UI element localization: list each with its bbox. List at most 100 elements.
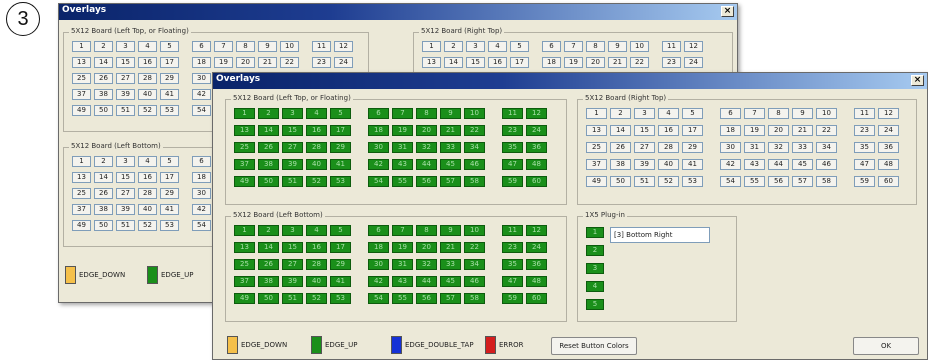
board-button-19[interactable]: 19 — [392, 242, 413, 253]
board-button-1[interactable]: 1 — [422, 41, 441, 52]
plugin-button-3[interactable]: 3 — [586, 263, 604, 274]
board-button-13[interactable]: 13 — [234, 242, 255, 253]
board-button-18[interactable]: 18 — [368, 242, 389, 253]
board-button-29[interactable]: 29 — [682, 142, 703, 153]
board-button-40[interactable]: 40 — [658, 159, 679, 170]
board-button-21[interactable]: 21 — [440, 125, 461, 136]
board-button-37[interactable]: 37 — [234, 276, 255, 287]
board-button-27[interactable]: 27 — [282, 142, 303, 153]
board-button-41[interactable]: 41 — [682, 159, 703, 170]
board-button-14[interactable]: 14 — [610, 125, 631, 136]
board-button-25[interactable]: 25 — [234, 259, 255, 270]
board-button-50[interactable]: 50 — [94, 220, 113, 231]
board-button-35[interactable]: 35 — [502, 259, 523, 270]
board-button-15[interactable]: 15 — [466, 57, 485, 68]
board-button-25[interactable]: 25 — [72, 188, 91, 199]
board-button-42[interactable]: 42 — [192, 204, 211, 215]
board-button-31[interactable]: 31 — [392, 259, 413, 270]
board-button-49[interactable]: 49 — [234, 176, 255, 187]
board-button-40[interactable]: 40 — [138, 204, 157, 215]
board-button-22[interactable]: 22 — [816, 125, 837, 136]
board-button-27[interactable]: 27 — [116, 73, 135, 84]
board-button-54[interactable]: 54 — [192, 220, 211, 231]
board-button-39[interactable]: 39 — [116, 89, 135, 100]
board-button-2[interactable]: 2 — [258, 108, 279, 119]
board-button-1[interactable]: 1 — [234, 225, 255, 236]
board-button-49[interactable]: 49 — [72, 220, 91, 231]
board-button-31[interactable]: 31 — [744, 142, 765, 153]
board-button-38[interactable]: 38 — [94, 89, 113, 100]
board-button-17[interactable]: 17 — [330, 242, 351, 253]
board-button-13[interactable]: 13 — [422, 57, 441, 68]
board-button-50[interactable]: 50 — [258, 293, 279, 304]
board-button-27[interactable]: 27 — [116, 188, 135, 199]
board-button-46[interactable]: 46 — [464, 276, 485, 287]
board-button-28[interactable]: 28 — [306, 142, 327, 153]
board-button-7[interactable]: 7 — [392, 225, 413, 236]
board-button-36[interactable]: 36 — [526, 142, 547, 153]
board-button-32[interactable]: 32 — [416, 259, 437, 270]
board-button-11[interactable]: 11 — [502, 225, 523, 236]
board-button-60[interactable]: 60 — [526, 176, 547, 187]
board-button-5[interactable]: 5 — [682, 108, 703, 119]
board-button-27[interactable]: 27 — [634, 142, 655, 153]
board-button-12[interactable]: 12 — [878, 108, 899, 119]
board-button-20[interactable]: 20 — [416, 125, 437, 136]
board-button-54[interactable]: 54 — [192, 105, 211, 116]
plugin-button-5[interactable]: 5 — [586, 299, 604, 310]
board-button-57[interactable]: 57 — [792, 176, 813, 187]
board-button-55[interactable]: 55 — [744, 176, 765, 187]
board-button-7[interactable]: 7 — [744, 108, 765, 119]
board-button-16[interactable]: 16 — [306, 242, 327, 253]
board-button-3[interactable]: 3 — [116, 156, 135, 167]
board-button-36[interactable]: 36 — [878, 142, 899, 153]
board-button-12[interactable]: 12 — [526, 108, 547, 119]
board-button-38[interactable]: 38 — [94, 204, 113, 215]
board-button-10[interactable]: 10 — [630, 41, 649, 52]
title-bar[interactable]: Overlays × — [59, 4, 737, 20]
board-button-47[interactable]: 47 — [502, 159, 523, 170]
board-button-53[interactable]: 53 — [682, 176, 703, 187]
board-button-19[interactable]: 19 — [564, 57, 583, 68]
board-button-16[interactable]: 16 — [138, 57, 157, 68]
board-button-56[interactable]: 56 — [416, 293, 437, 304]
board-button-21[interactable]: 21 — [440, 242, 461, 253]
board-button-43[interactable]: 43 — [744, 159, 765, 170]
board-button-45[interactable]: 45 — [792, 159, 813, 170]
board-button-25[interactable]: 25 — [234, 142, 255, 153]
board-button-53[interactable]: 53 — [330, 176, 351, 187]
board-button-26[interactable]: 26 — [258, 142, 279, 153]
board-button-19[interactable]: 19 — [744, 125, 765, 136]
board-button-52[interactable]: 52 — [306, 293, 327, 304]
board-button-2[interactable]: 2 — [258, 225, 279, 236]
board-button-26[interactable]: 26 — [94, 188, 113, 199]
board-button-39[interactable]: 39 — [116, 204, 135, 215]
plugin-listbox[interactable]: [3] Bottom Right — [610, 227, 710, 243]
board-button-48[interactable]: 48 — [526, 159, 547, 170]
board-button-59[interactable]: 59 — [502, 293, 523, 304]
board-button-29[interactable]: 29 — [160, 73, 179, 84]
board-button-44[interactable]: 44 — [416, 276, 437, 287]
board-button-48[interactable]: 48 — [526, 276, 547, 287]
board-button-17[interactable]: 17 — [330, 125, 351, 136]
reset-button-colors-button[interactable]: Reset Button Colors — [551, 337, 637, 355]
board-button-34[interactable]: 34 — [816, 142, 837, 153]
board-button-47[interactable]: 47 — [854, 159, 875, 170]
board-button-45[interactable]: 45 — [440, 276, 461, 287]
board-button-5[interactable]: 5 — [160, 156, 179, 167]
board-button-15[interactable]: 15 — [116, 172, 135, 183]
board-button-38[interactable]: 38 — [258, 159, 279, 170]
board-button-1[interactable]: 1 — [586, 108, 607, 119]
board-button-38[interactable]: 38 — [610, 159, 631, 170]
board-button-3[interactable]: 3 — [282, 225, 303, 236]
board-button-57[interactable]: 57 — [440, 176, 461, 187]
board-button-4[interactable]: 4 — [138, 41, 157, 52]
board-button-54[interactable]: 54 — [368, 176, 389, 187]
board-button-32[interactable]: 32 — [416, 142, 437, 153]
board-button-42[interactable]: 42 — [368, 159, 389, 170]
board-button-7[interactable]: 7 — [564, 41, 583, 52]
board-button-29[interactable]: 29 — [330, 142, 351, 153]
board-button-57[interactable]: 57 — [440, 293, 461, 304]
board-button-4[interactable]: 4 — [306, 108, 327, 119]
board-button-53[interactable]: 53 — [160, 220, 179, 231]
